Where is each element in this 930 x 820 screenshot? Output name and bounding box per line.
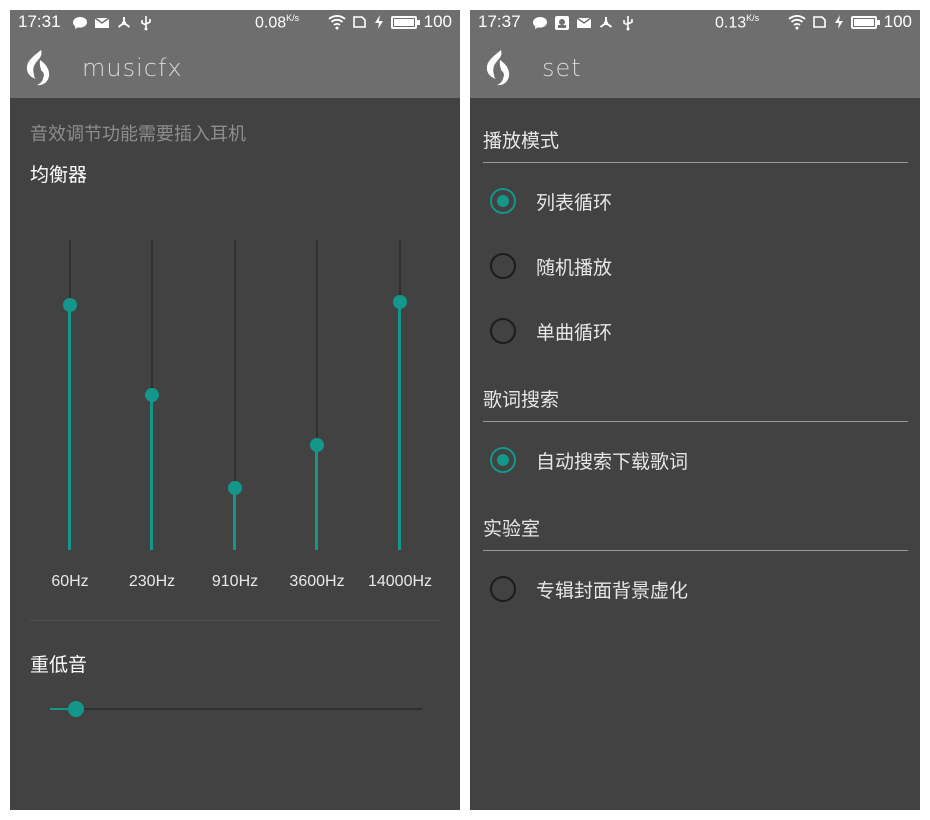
battery-icon [390, 15, 420, 29]
message-icon [72, 15, 88, 31]
wifi-icon [788, 14, 806, 30]
app-bar: musicfx [10, 38, 460, 98]
network-speed: 0.13K/s [715, 13, 759, 32]
charging-icon [834, 14, 844, 30]
lyrics-header: 歌词搜索 [483, 389, 560, 411]
eq-slider-band[interactable] [393, 240, 407, 550]
battery-icon [850, 15, 880, 29]
eq-slider-thumb[interactable] [228, 481, 242, 495]
eq-slider-fill [68, 305, 71, 550]
headphone-hint: 音效调节功能需要插入耳机 [30, 124, 246, 145]
app-title: musicfx [82, 54, 183, 82]
eq-slider-fill [398, 302, 401, 550]
battery-percent: 100 [883, 12, 912, 31]
option-label: 自动搜索下载歌词 [536, 451, 689, 473]
settings-screen: 17:37 0.13K/s 100 set 播放模式 列表循环 随机播放 单曲循… [470, 10, 920, 810]
option-label: 专辑封面背景虚化 [536, 580, 689, 602]
bass-title: 重低音 [30, 654, 88, 676]
lab-header: 实验室 [483, 518, 541, 540]
sim-icon [811, 14, 827, 30]
eq-band-label: 230Hz [128, 573, 176, 590]
mail-icon [94, 15, 110, 31]
status-time: 17:31 [18, 12, 61, 31]
usb-icon [138, 15, 154, 31]
play-mode-option-repeat-one[interactable]: 单曲循环 [470, 306, 920, 356]
status-time: 17:37 [478, 12, 521, 31]
eq-slider-fill [315, 445, 318, 550]
lyrics-auto-download-option[interactable]: 自动搜索下载歌词 [470, 435, 920, 485]
divider [483, 162, 908, 163]
network-speed-value: 0.08 [255, 14, 287, 32]
message-icon [532, 15, 548, 31]
eq-slider-thumb[interactable] [393, 295, 407, 309]
share-icon [116, 15, 132, 31]
musicfx-screen: 17:31 0.08K/s 100 musicfx 音效调节功能需要插入耳机 均… [10, 10, 460, 810]
status-bar: 17:37 0.13K/s 100 [470, 10, 920, 38]
eq-slider-thumb[interactable] [310, 438, 324, 452]
battery-percent: 100 [423, 12, 452, 31]
network-speed: 0.08K/s [255, 13, 299, 32]
album-cover-blur-option[interactable]: 专辑封面背景虚化 [470, 564, 920, 614]
equalizer-title: 均衡器 [30, 164, 88, 186]
option-label: 列表循环 [536, 192, 613, 214]
eq-slider-thumb[interactable] [63, 298, 77, 312]
bass-slider[interactable] [50, 701, 422, 717]
bass-slider-thumb[interactable] [68, 701, 84, 717]
network-speed-unit: K/s [286, 13, 300, 23]
flame-logo-icon[interactable] [484, 48, 516, 88]
play-mode-header: 播放模式 [483, 130, 560, 152]
eq-slider-band[interactable] [145, 240, 159, 550]
option-label: 随机播放 [536, 257, 613, 279]
eq-slider-band[interactable] [310, 240, 324, 550]
eq-slider-band[interactable] [228, 240, 242, 550]
charging-icon [374, 14, 384, 30]
radio-button[interactable] [490, 447, 516, 473]
divider [483, 421, 908, 422]
eq-slider-thumb[interactable] [145, 388, 159, 402]
option-label: 单曲循环 [536, 322, 613, 344]
eq-band-label: 910Hz [211, 573, 259, 590]
status-bar: 17:31 0.08K/s 100 [10, 10, 460, 38]
eq-slider-fill [150, 395, 153, 550]
divider [30, 620, 440, 621]
eq-slider-fill [233, 488, 236, 550]
divider [483, 550, 908, 551]
flame-logo-icon[interactable] [24, 48, 56, 88]
app-title: set [542, 54, 582, 82]
mail-icon [576, 15, 592, 31]
radio-button[interactable] [490, 253, 516, 279]
app-bar: set [470, 38, 920, 98]
eq-band-label: 14000Hz [367, 573, 433, 590]
wifi-icon [328, 14, 346, 30]
play-mode-option-shuffle[interactable]: 随机播放 [470, 241, 920, 291]
network-speed-unit: K/s [746, 13, 760, 23]
radio-button[interactable] [490, 318, 516, 344]
radio-button[interactable] [490, 188, 516, 214]
notification-icon [554, 15, 570, 31]
sim-icon [351, 14, 367, 30]
network-speed-value: 0.13 [715, 14, 747, 32]
radio-button[interactable] [490, 576, 516, 602]
eq-slider-band[interactable] [63, 240, 77, 550]
usb-icon [620, 15, 636, 31]
share-icon [598, 15, 614, 31]
play-mode-option-list-loop[interactable]: 列表循环 [470, 176, 920, 226]
eq-band-label: 3600Hz [289, 573, 345, 590]
eq-band-label: 60Hz [51, 573, 89, 590]
